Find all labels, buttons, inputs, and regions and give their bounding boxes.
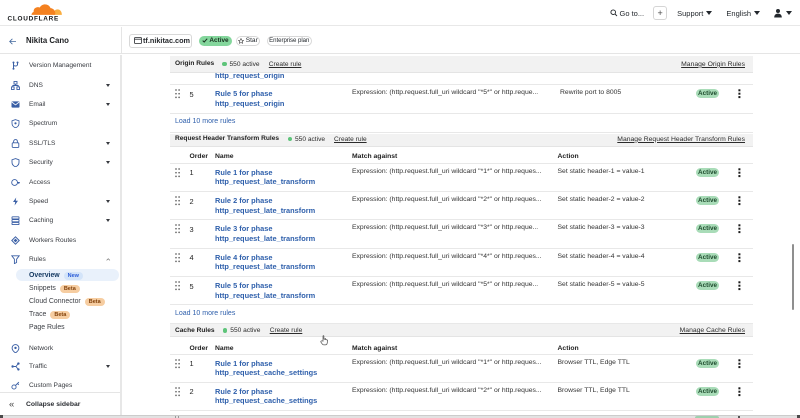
svg-text:CLOUDFLARE: CLOUDFLARE <box>8 15 60 22</box>
